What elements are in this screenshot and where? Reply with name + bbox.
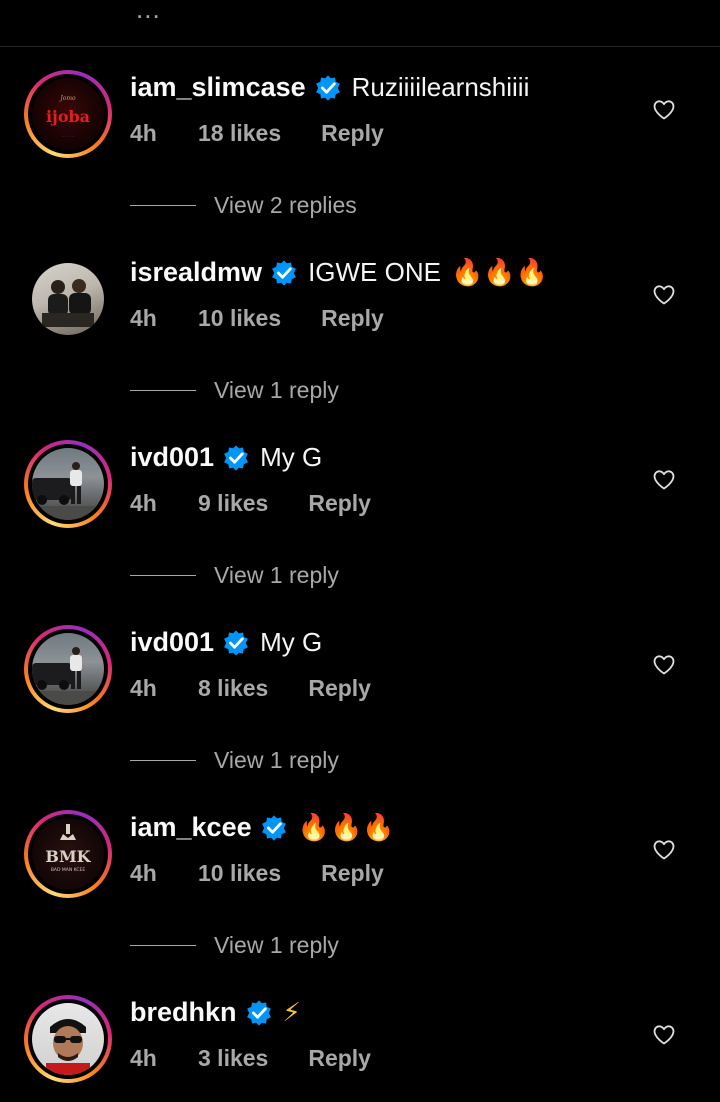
person-sunglasses-photo-icon [46, 1019, 90, 1075]
verified-badge-icon [272, 259, 296, 286]
view-replies-button[interactable]: View 1 reply [130, 930, 339, 960]
comment-username[interactable]: ivd001 [130, 627, 214, 658]
view-replies-button[interactable]: View 1 reply [130, 375, 339, 405]
like-heart-icon[interactable] [652, 468, 676, 492]
verified-badge-icon [224, 629, 248, 656]
comment-time: 4h [130, 490, 157, 516]
like-heart-icon[interactable] [652, 653, 676, 677]
reply-button[interactable]: Reply [308, 490, 371, 517]
divider [0, 46, 720, 47]
comment-item: BMK BAD MAN KCEE iam_kcee 🔥🔥🔥 4h 10 like… [0, 810, 720, 930]
comment-time: 4h [130, 305, 157, 331]
ijoba-logo-icon: Jomo ijoba · · · · · · · [46, 95, 90, 139]
comment-item: bredhkn ⚡ 4h 3 likes Reply [0, 995, 720, 1102]
view-replies-button[interactable]: View 1 reply [130, 745, 339, 775]
avatar-image [32, 448, 104, 520]
comments-page: ... Jomo ijoba · · · · · · · iam_slimcas… [0, 0, 720, 1102]
comment-likes[interactable]: 10 likes [198, 860, 281, 887]
like-heart-icon[interactable] [652, 1023, 676, 1047]
avatar[interactable]: Jomo ijoba · · · · · · · [24, 70, 112, 158]
svg-text:Jomo: Jomo [58, 95, 76, 102]
reply-button[interactable]: Reply [321, 120, 384, 147]
fire-emoji-icon: 🔥🔥🔥 [297, 812, 395, 842]
like-heart-icon[interactable] [652, 98, 676, 122]
comment-username[interactable]: bredhkn [130, 997, 237, 1028]
reply-button[interactable]: Reply [308, 675, 371, 702]
avatar-image [32, 1003, 104, 1075]
comment-item: isrealdmw IGWE ONE 🔥🔥🔥 4h 10 likes Reply [0, 255, 720, 375]
avatar-image: BMK BAD MAN KCEE [32, 818, 104, 890]
comment-time: 4h [130, 675, 157, 701]
comment-likes[interactable]: 8 likes [198, 675, 268, 702]
comment-text: Ruziiiilearnshiiii [351, 72, 530, 102]
svg-text:ijoba: ijoba [46, 107, 90, 126]
reply-button[interactable]: Reply [308, 1045, 371, 1072]
comment-likes[interactable]: 10 likes [198, 305, 281, 332]
svg-text:BMK: BMK [45, 847, 91, 866]
comment-username[interactable]: iam_slimcase [130, 72, 306, 103]
avatar-image [32, 263, 104, 335]
comment-item: ivd001 My G 4h 8 likes Reply [0, 625, 720, 745]
comment-likes[interactable]: 9 likes [198, 490, 268, 517]
comment-username[interactable]: isrealdmw [130, 257, 262, 288]
avatar[interactable] [24, 995, 112, 1083]
comment-time: 4h [130, 860, 157, 886]
svg-text:· · · · · · ·: · · · · · · · [61, 135, 75, 139]
comment-username[interactable]: iam_kcee [130, 812, 252, 843]
comment-time: 4h [130, 1045, 157, 1071]
avatar-image: Jomo ijoba · · · · · · · [32, 78, 104, 150]
more-indicator[interactable]: ... [136, 0, 161, 25]
person-car-photo-icon [32, 462, 104, 520]
reply-button[interactable]: Reply [321, 860, 384, 887]
view-replies-button[interactable]: View 1 reply [130, 560, 339, 590]
bmk-logo-icon: BMK BAD MAN KCEE [45, 824, 92, 873]
lightning-emoji-icon: ⚡ [282, 997, 301, 1027]
avatar[interactable] [24, 440, 112, 528]
svg-text:BAD MAN KCEE: BAD MAN KCEE [51, 867, 86, 873]
like-heart-icon[interactable] [652, 838, 676, 862]
verified-badge-icon [315, 74, 340, 101]
comment-item: ivd001 My G 4h 9 likes Reply [0, 440, 720, 560]
avatar[interactable] [24, 255, 112, 343]
verified-badge-icon [246, 999, 271, 1026]
comment-text: IGWE ONE [308, 257, 441, 287]
comment-text: My G [260, 627, 323, 657]
comment-item: Jomo ijoba · · · · · · · iam_slimcase Ru… [0, 70, 720, 190]
like-heart-icon[interactable] [652, 283, 676, 307]
avatar[interactable] [24, 625, 112, 713]
verified-badge-icon [224, 444, 248, 471]
comment-username[interactable]: ivd001 [130, 442, 214, 473]
people-photo-icon [42, 279, 94, 327]
avatar-image [32, 633, 104, 705]
comment-likes[interactable]: 18 likes [198, 120, 281, 147]
person-car-photo-icon [32, 647, 104, 705]
verified-badge-icon [261, 814, 286, 841]
comment-text: My G [260, 442, 323, 472]
view-replies-button[interactable]: View 2 replies [130, 190, 357, 220]
reply-button[interactable]: Reply [321, 305, 384, 332]
avatar[interactable]: BMK BAD MAN KCEE [24, 810, 112, 898]
fire-emoji-icon: 🔥🔥🔥 [450, 257, 549, 287]
comment-time: 4h [130, 120, 157, 146]
comment-likes[interactable]: 3 likes [198, 1045, 268, 1072]
